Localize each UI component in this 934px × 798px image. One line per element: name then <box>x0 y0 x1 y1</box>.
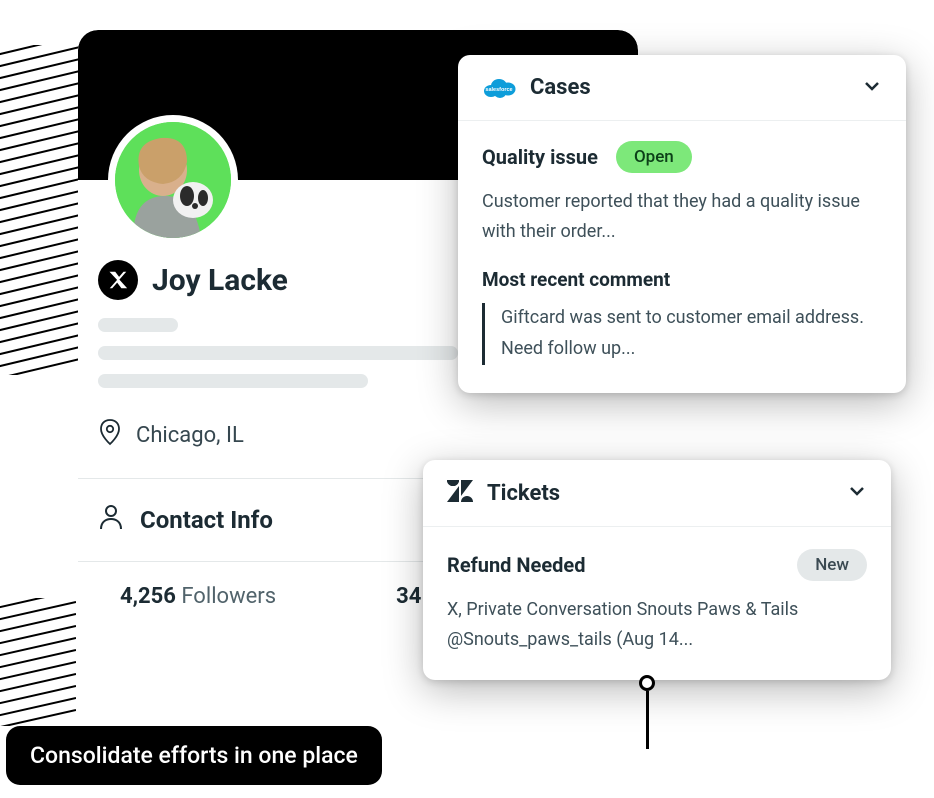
ticket-description: X, Private Conversation Snouts Paws & Ta… <box>447 595 867 654</box>
profile-location: Chicago, IL <box>136 423 244 448</box>
cases-panel: salesforce Cases Quality issue Open Cust… <box>458 55 906 393</box>
cases-panel-title: Cases <box>530 75 848 100</box>
decorative-hatching <box>0 45 80 375</box>
followers-count: 4,256 <box>120 584 176 609</box>
stat-partial: 34 <box>396 584 421 609</box>
location-pin-icon <box>98 418 122 452</box>
case-title[interactable]: Quality issue <box>482 145 598 169</box>
cases-panel-header[interactable]: salesforce Cases <box>458 55 906 121</box>
callout-connector <box>639 675 655 749</box>
tickets-panel-header[interactable]: Tickets <box>423 460 891 527</box>
ticket-title[interactable]: Refund Needed <box>447 553 797 577</box>
caption-pill: Consolidate efforts in one place <box>6 726 382 785</box>
case-status-badge: Open <box>616 141 692 173</box>
contact-info-label: Contact Info <box>140 506 273 534</box>
recent-comment-label: Most recent comment <box>482 268 882 291</box>
person-icon <box>98 503 124 537</box>
zendesk-icon <box>447 480 473 506</box>
decorative-hatching <box>0 598 76 726</box>
followers-label: Followers <box>181 584 276 609</box>
chevron-down-icon[interactable] <box>847 481 867 505</box>
chevron-down-icon[interactable] <box>862 76 882 100</box>
profile-name: Joy Lacke <box>152 263 288 298</box>
salesforce-icon: salesforce <box>482 76 516 100</box>
avatar[interactable] <box>108 115 238 245</box>
tickets-panel-title: Tickets <box>487 481 833 506</box>
ticket-status-badge: New <box>797 549 867 581</box>
case-description: Customer reported that they had a qualit… <box>482 187 882 246</box>
x-platform-icon <box>98 260 138 300</box>
svg-text:salesforce: salesforce <box>485 87 512 93</box>
tickets-panel: Tickets Refund Needed New X, Private Con… <box>423 460 891 680</box>
recent-comment-text: Giftcard was sent to customer email addr… <box>482 303 882 364</box>
